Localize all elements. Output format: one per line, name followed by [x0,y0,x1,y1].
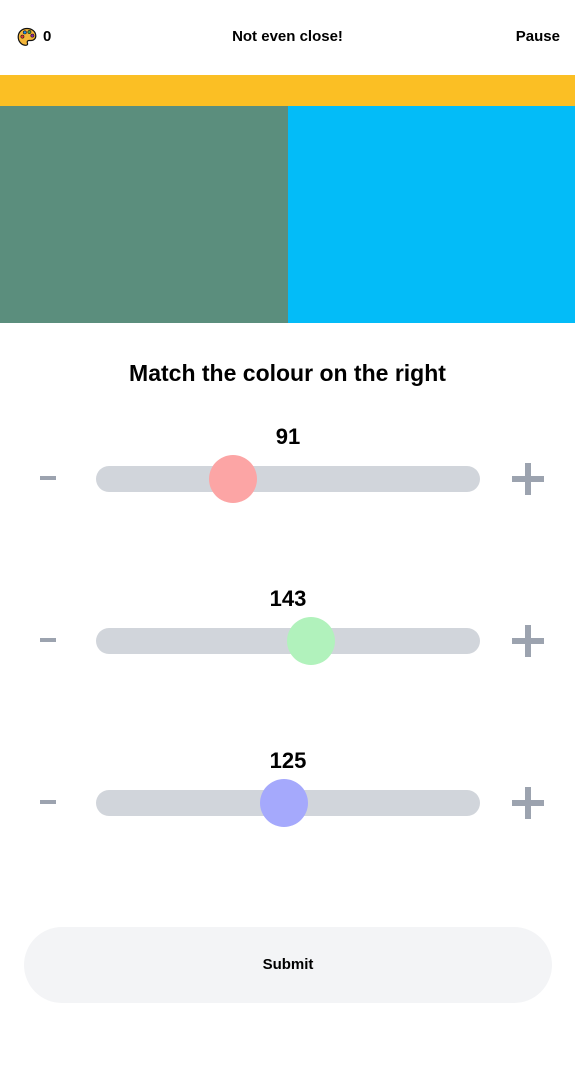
instruction-heading: Match the colour on the right [129,360,446,386]
minus-icon [40,800,56,804]
target-color-swatch [288,106,575,323]
timer-progress-bar [0,75,575,106]
green-value: 143 [269,586,307,611]
green-decrement-button[interactable] [33,624,63,654]
minus-icon [40,638,56,642]
submit-button[interactable]: Submit [24,927,552,1003]
feedback-message: Not even close! [232,28,343,45]
red-slider-group: 91 [0,424,575,514]
game-screen: 0 Not even close! Pause Match the colour… [0,0,575,1079]
blue-value: 125 [269,748,307,773]
top-bar: 0 Not even close! Pause [0,0,575,75]
green-slider-track[interactable] [96,617,480,665]
pause-button[interactable]: Pause [516,27,560,47]
red-slider-thumb[interactable] [209,455,258,503]
green-increment-button[interactable] [512,625,544,657]
blue-slider-track[interactable] [96,779,480,827]
red-value: 91 [275,424,301,449]
blue-slider-group: 125 [0,748,575,838]
minus-icon [40,476,56,480]
red-decrement-button[interactable] [33,462,63,492]
red-increment-button[interactable] [512,463,544,495]
blue-slider-thumb[interactable] [260,779,309,827]
blue-decrement-button[interactable] [33,786,63,816]
red-slider-track[interactable] [96,455,480,503]
blue-increment-button[interactable] [512,787,544,819]
guess-color-swatch [0,106,288,323]
green-slider-group: 143 [0,586,575,676]
color-swatches [0,106,575,323]
green-slider-thumb[interactable] [287,617,336,665]
